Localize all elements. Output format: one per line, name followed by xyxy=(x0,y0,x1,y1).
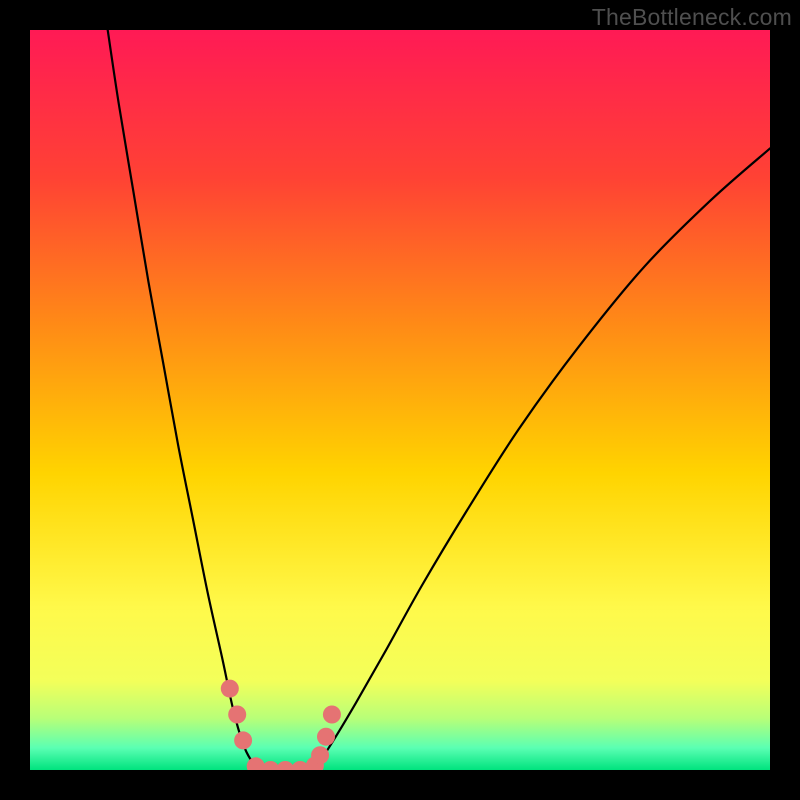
watermark-text: TheBottleneck.com xyxy=(592,4,792,31)
data-marker xyxy=(234,731,252,749)
data-marker xyxy=(311,746,329,764)
data-marker xyxy=(228,706,246,724)
data-marker xyxy=(323,706,341,724)
data-marker xyxy=(317,728,335,746)
bottleneck-curve-chart xyxy=(30,30,770,770)
gradient-background xyxy=(30,30,770,770)
chart-frame xyxy=(30,30,770,770)
data-marker xyxy=(221,680,239,698)
